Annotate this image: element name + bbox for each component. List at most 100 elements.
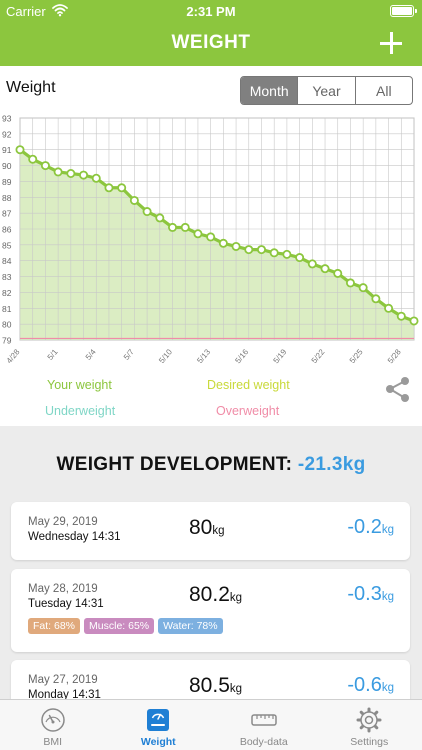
- y-tick-label: 92: [2, 129, 12, 139]
- page-title: WEIGHT: [171, 32, 251, 53]
- x-tick-label: 5/16: [233, 347, 250, 365]
- status-bar: Carrier 2:31 PM: [0, 0, 422, 22]
- data-point: [66, 169, 76, 179]
- data-point: [168, 222, 178, 232]
- y-tick-label: 81: [2, 304, 12, 314]
- period-tab-year[interactable]: Year: [297, 77, 354, 104]
- data-point: [409, 316, 419, 326]
- data-point: [320, 264, 330, 274]
- data-point: [358, 283, 368, 293]
- data-point: [180, 222, 190, 232]
- battery-icon: [390, 5, 417, 17]
- tab-weight[interactable]: Weight: [106, 700, 212, 750]
- nav-bar: WEIGHT: [0, 22, 422, 66]
- y-tick-label: 90: [2, 161, 12, 171]
- data-point: [333, 268, 343, 278]
- data-point: [40, 161, 50, 171]
- y-tick-label: 82: [2, 288, 12, 298]
- weight-entry-card[interactable]: May 28, 2019 Tuesday 14:31 80.2kg -0.3kg…: [11, 569, 410, 652]
- tape-measure-icon: [251, 714, 277, 726]
- data-point: [244, 245, 254, 255]
- body-composition-tags: Fat: 68% Muscle: 65% Water: 78%: [28, 618, 223, 634]
- x-tick-label: 5/22: [310, 347, 327, 365]
- data-point: [129, 195, 139, 205]
- tab-body-data[interactable]: Body-data: [211, 700, 317, 750]
- y-tick-label: 80: [2, 320, 12, 330]
- entry-day-time: Wednesday 14:31: [28, 531, 121, 543]
- clock: 2:31 PM: [186, 4, 236, 19]
- data-point: [384, 303, 394, 313]
- share-icon[interactable]: [384, 376, 412, 404]
- weight-entry-card[interactable]: May 29, 2019 Wednesday 14:31 80kg -0.2kg: [11, 502, 410, 560]
- y-tick-label: 88: [2, 193, 12, 203]
- data-point: [91, 173, 101, 183]
- tab-settings[interactable]: Settings: [317, 700, 422, 750]
- y-tick-label: 84: [2, 256, 12, 266]
- weight-chart: 79 80 81 82 83 84 85 86 87 88 89 90 91 92 93 4/28 5/1 5/4…: [2, 114, 419, 365]
- y-tick-label: 86: [2, 225, 12, 235]
- fat-badge: Fat: 68%: [28, 618, 81, 634]
- add-entry-button[interactable]: [378, 30, 404, 56]
- x-tick-label: 5/4: [84, 347, 98, 362]
- y-tick-label: 79: [2, 336, 12, 346]
- data-point: [231, 241, 241, 251]
- y-tick-label: 87: [2, 209, 12, 219]
- data-point: [269, 248, 279, 258]
- entry-change: -0.6kg: [347, 674, 394, 696]
- weight-history-list[interactable]: WEIGHT DEVELOPMENT: -21.3kg May 29, 2019…: [0, 426, 422, 699]
- tab-bmi[interactable]: BMI: [0, 700, 106, 750]
- data-point: [53, 167, 63, 177]
- x-tick-label: 5/19: [272, 347, 289, 365]
- data-point: [256, 245, 266, 255]
- data-point: [117, 183, 127, 193]
- development-label: WEIGHT DEVELOPMENT:: [56, 454, 293, 475]
- data-point: [142, 207, 152, 217]
- legend-overweight: Overweight: [216, 404, 280, 418]
- legend-desired-weight: Desired weight: [207, 378, 290, 392]
- muscle-badge: Muscle: 65%: [84, 618, 155, 634]
- x-tick-label: 5/1: [46, 347, 60, 362]
- legend-your-weight: Your weight: [47, 378, 112, 392]
- entry-change: -0.2kg: [347, 516, 394, 538]
- data-point: [206, 232, 216, 242]
- period-tab-month[interactable]: Month: [241, 77, 298, 104]
- period-tab-all[interactable]: All: [354, 77, 412, 104]
- x-tick-label: 5/28: [386, 347, 403, 365]
- data-point: [104, 183, 114, 193]
- entry-date: May 29, 2019: [28, 516, 98, 528]
- data-point: [15, 145, 25, 155]
- development-value: -21.3kg: [297, 454, 366, 475]
- weight-entry-card[interactable]: May 27, 2019 Monday 14:31 80.5kg -0.6kg: [11, 660, 410, 699]
- legend-underweight: Underweight: [45, 404, 116, 418]
- data-point: [218, 238, 228, 248]
- scale-icon: [147, 709, 170, 731]
- tab-bar: BMI Weight Body-data Settings: [0, 699, 422, 750]
- data-point: [193, 229, 203, 239]
- data-point: [282, 249, 292, 259]
- gauge-icon: [41, 708, 65, 732]
- entry-change: -0.3kg: [347, 583, 394, 605]
- entry-day-time: Monday 14:31: [28, 689, 101, 699]
- y-tick-label: 91: [2, 145, 12, 155]
- x-tick-label: 5/13: [195, 347, 212, 365]
- tab-label: Body-data: [239, 736, 288, 748]
- data-point: [79, 170, 89, 180]
- x-tick-label: 5/10: [157, 347, 174, 365]
- entry-weight: 80kg: [189, 516, 225, 539]
- y-tick-label: 83: [2, 272, 12, 282]
- data-point: [371, 294, 381, 304]
- data-point: [155, 213, 165, 223]
- data-point: [295, 253, 305, 263]
- entry-weight: 80.5kg: [189, 674, 243, 697]
- x-tick-label: 5/25: [348, 347, 365, 365]
- weight-development-heading: WEIGHT DEVELOPMENT: -21.3kg: [0, 454, 422, 476]
- entry-day-time: Tuesday 14:31: [28, 598, 104, 610]
- gear-icon: [356, 707, 382, 733]
- entry-date: May 27, 2019: [28, 674, 98, 686]
- tab-label: Weight: [140, 736, 176, 748]
- water-badge: Water: 78%: [158, 618, 223, 634]
- chart-title: Weight: [6, 79, 56, 96]
- y-tick-label: 89: [2, 177, 12, 187]
- data-point: [345, 278, 355, 288]
- entry-weight: 80.2kg: [189, 583, 243, 606]
